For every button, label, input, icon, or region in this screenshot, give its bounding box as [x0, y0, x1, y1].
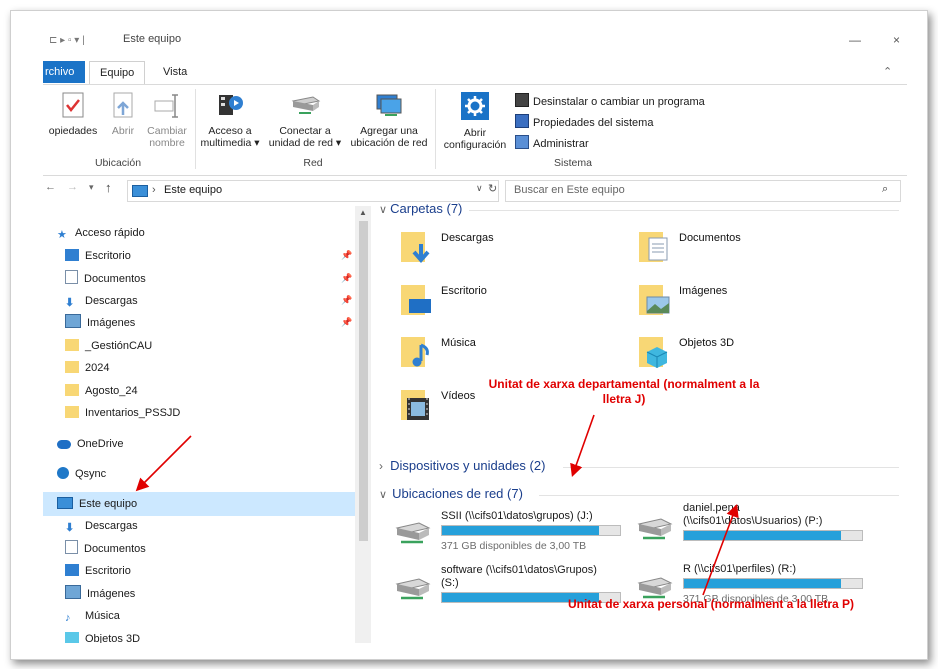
annotation-departmental-line2: lletra J): [602, 392, 646, 406]
screenshot-frame: ⊏ ▸ ▫ ▾ | Este equipo — × rchivo Equipo …: [10, 10, 928, 660]
annotation-departmental-line1: Unitat de xarxa departamental (normalmen…: [488, 377, 760, 391]
annotation-departmental: Unitat de xarxa departamental (normalmen…: [469, 377, 779, 407]
arrow-to-this-pc: [135, 435, 192, 492]
annotation-personal: Unitat de xarxa personal (normalment a l…: [567, 597, 855, 611]
arrow-to-drive-j: [570, 414, 595, 478]
arrow-to-drive-p: [702, 504, 739, 596]
annotation-arrows: [135, 414, 739, 596]
